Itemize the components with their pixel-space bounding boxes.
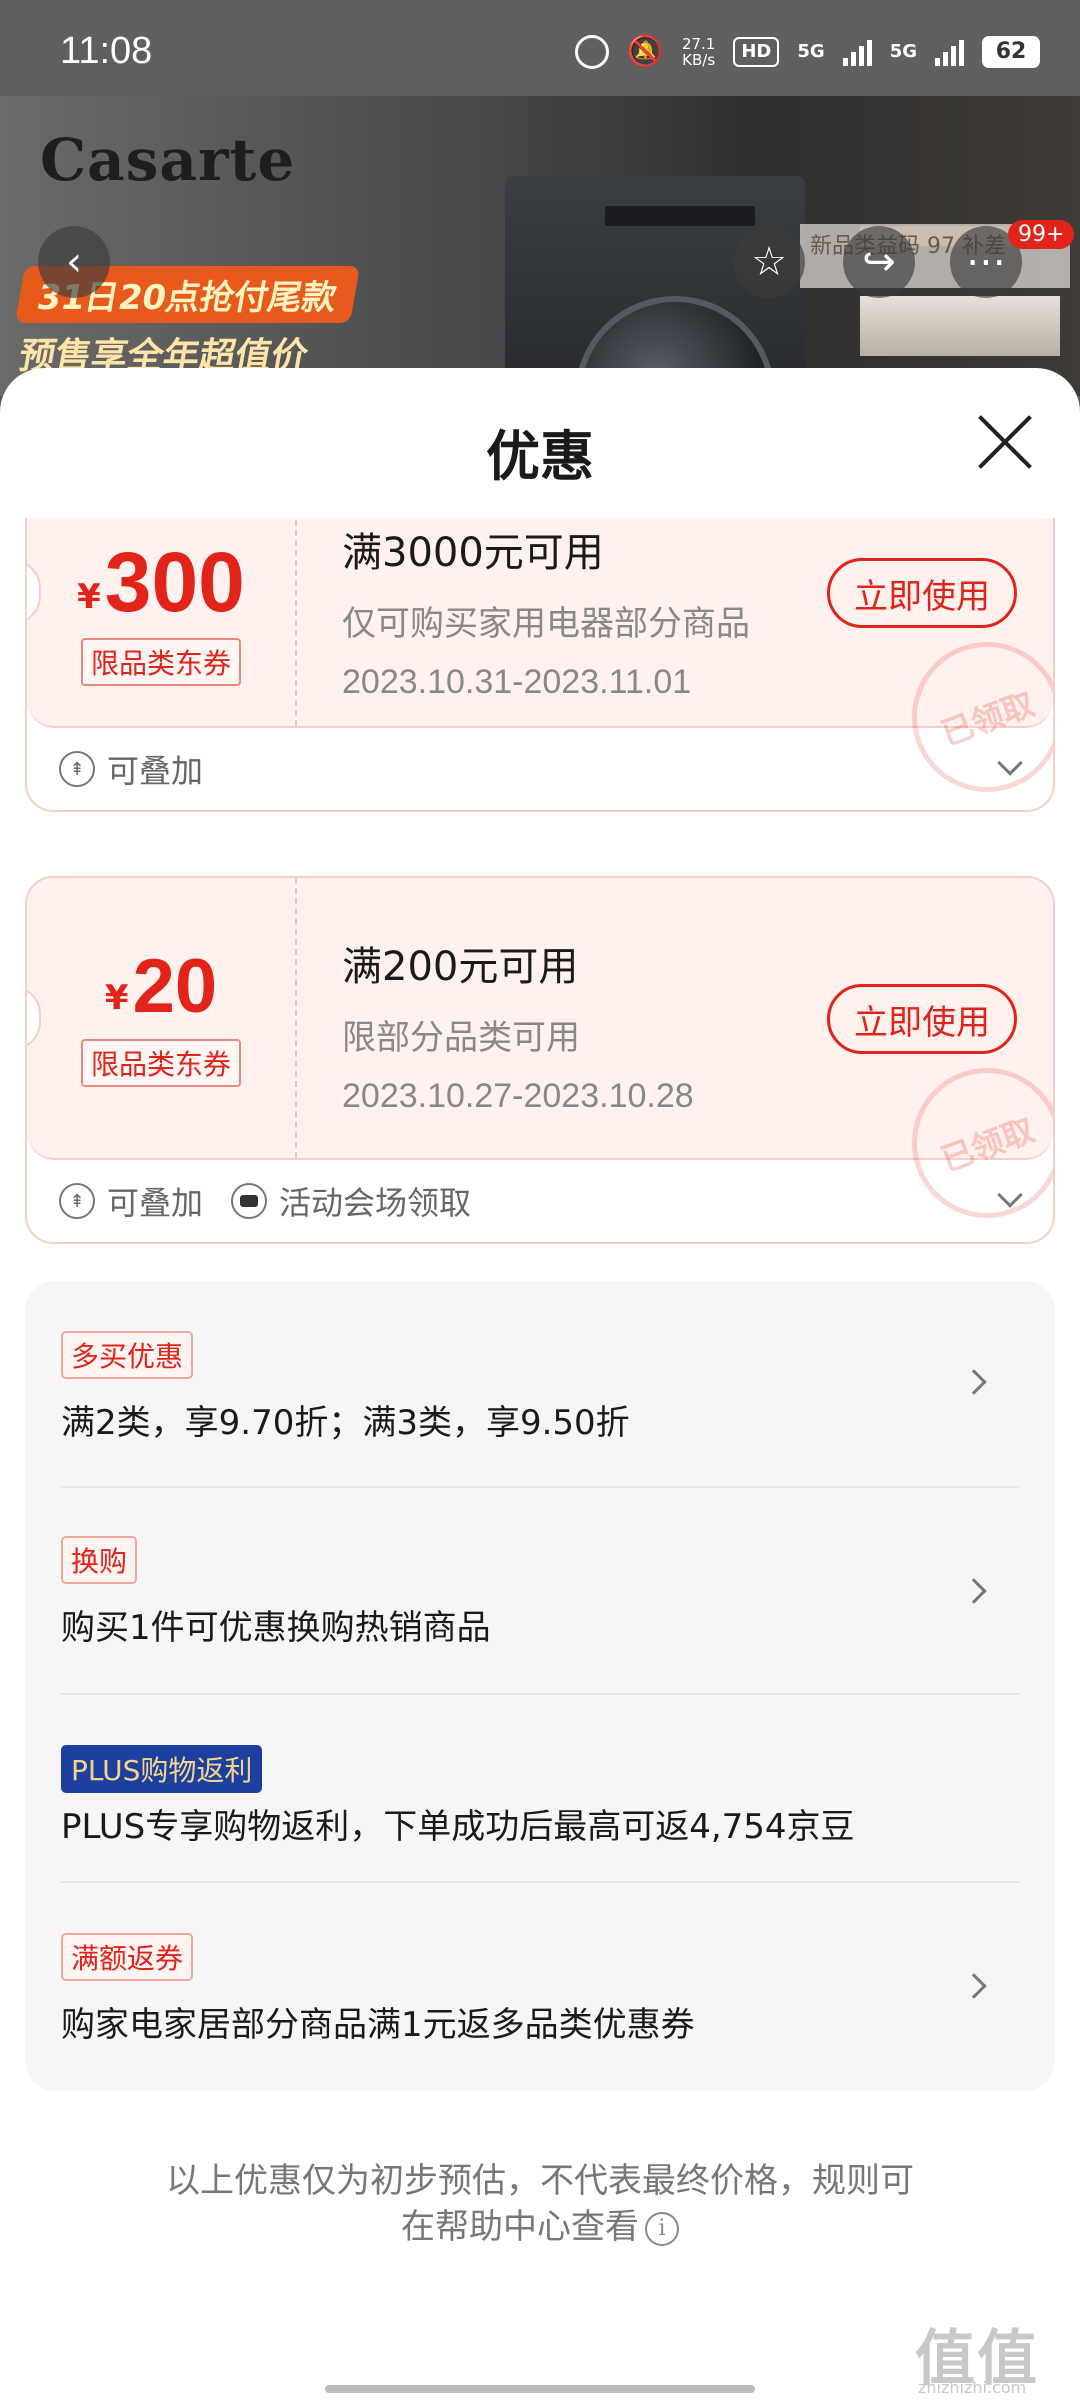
offer-item[interactable]: 满额返券 购家电家居部分商品满1元返多品类优惠券 (61, 1883, 1019, 2089)
sheet-title: 优惠 (486, 425, 594, 488)
currency-symbol: ¥ (77, 577, 101, 617)
offer-tag: 满额返券 (61, 1933, 194, 1981)
star-icon: ☆ (751, 239, 787, 285)
offer-text: PLUS专享购物返利，下单成功后最高可返4,754京豆 (61, 1807, 855, 1847)
product-hero: Casarte 31日20点抢付尾款 预售享全年超值价 新品类益码 97 补差 … (0, 96, 1080, 396)
tag-label: 活动会场领取 (279, 1184, 472, 1222)
coupon-scope: 限部分品类可用 (342, 1018, 580, 1058)
more-icon: ⋯ (966, 239, 1006, 285)
coupon-date-range: 2023.10.27-2023.10.28 (342, 1077, 694, 1115)
coupon-condition: 满200元可用 (342, 944, 579, 990)
coupon-body: ¥ 300 限品类东券 满3000元可用 仅可购买家用电器部分商品 2023.1… (27, 518, 1053, 810)
stackable-tag: ⇞ 可叠加 (59, 746, 203, 792)
coupon-type-badge: 限品类东券 (80, 638, 241, 686)
coupon-info: 满3000元可用 仅可购买家用电器部分商品 2023.10.31-2023.11… (342, 520, 750, 702)
coupon-condition: 满3000元可用 (342, 530, 604, 576)
coupon-footer[interactable]: ⇞ 可叠加 (27, 728, 1053, 810)
hd-icon: HD (733, 36, 780, 67)
ticket-icon (231, 1183, 268, 1219)
chevron-down-icon[interactable] (997, 1182, 1023, 1208)
info-icon[interactable]: i (645, 2211, 679, 2246)
offer-text: 购买1件可优惠换购热销商品 (61, 1608, 491, 1648)
offers-scroll[interactable]: ¥ 300 限品类东券 满3000元可用 仅可购买家用电器部分商品 2023.1… (0, 518, 1080, 2400)
net-speed-value: 27.1 (681, 34, 716, 53)
sim2-label: 5G (889, 41, 917, 62)
coupon-body: ¥ 20 限品类东券 满200元可用 限部分品类可用 2023.10.27-20… (27, 878, 1053, 1240)
battery-icon: 62 (982, 35, 1040, 68)
use-coupon-button[interactable]: 立即使用 (827, 558, 1017, 628)
signal-icon (842, 38, 872, 66)
coupon-card: ¥ 20 限品类东券 满200元可用 限部分品类可用 2023.10.27-20… (25, 876, 1055, 1244)
close-button[interactable] (975, 412, 1035, 472)
disclaimer-line2-row: 在帮助中心查看 i (0, 2204, 1080, 2250)
coupon-scope: 仅可购买家用电器部分商品 (342, 604, 750, 644)
offers-sheet: 优惠 ¥ 300 限品类东券 满3000元可用 仅可购买家用电器部分商品 202… (0, 368, 1080, 2400)
use-coupon-button[interactable]: 立即使用 (827, 984, 1017, 1054)
disclaimer-line2: 在帮助中心查看 (401, 2207, 639, 2247)
offers-list: 多买优惠 满2类，享9.70折；满3类，享9.50折 换购 购买1件可优惠换购热… (25, 1281, 1055, 2091)
sim1-label: 5G (797, 41, 825, 62)
coupon-value: ¥ 20 限品类东券 (27, 878, 297, 1158)
disclaimer: 以上优惠仅为初步预估，不代表最终价格，规则可 在帮助中心查看 i (0, 2158, 1080, 2250)
tag-label: 可叠加 (107, 752, 204, 790)
plus-offer-tag: PLUS购物返利 (61, 1745, 263, 1793)
offer-text: 购家电家居部分商品满1元返多品类优惠券 (61, 2005, 695, 2045)
currency-symbol: ¥ (104, 978, 129, 1018)
share-button[interactable]: ↪ (843, 226, 915, 298)
offer-item: PLUS购物返利 PLUS专享购物返利，下单成功后最高可返4,754京豆 (61, 1695, 1019, 1883)
net-speed-unit: KB/s (682, 50, 716, 69)
towel-image (860, 296, 1060, 356)
coupon-date-range: 2023.10.31-2023.11.01 (342, 663, 692, 701)
offer-item[interactable]: 换购 购买1件可优惠换购热销商品 (61, 1488, 1019, 1695)
signal-icon (935, 38, 964, 66)
coupon-amount: 300 (104, 535, 245, 629)
mute-bell-icon: 🔕 (626, 34, 664, 69)
status-time: 11:08 (60, 30, 153, 72)
stack-icon: ⇞ (59, 1183, 95, 1219)
coupon-type-badge: 限品类东券 (80, 1039, 241, 1087)
offer-tag: 多买优惠 (61, 1331, 194, 1379)
watermark-url: zhizhizhi.com (918, 2378, 1027, 2397)
chevron-left-icon: ‹ (66, 239, 82, 285)
home-indicator[interactable] (325, 2385, 755, 2393)
favorite-button[interactable]: ☆ (733, 226, 805, 298)
alarm-icon (574, 34, 609, 69)
disclaimer-line1: 以上优惠仅为初步预估，不代表最终价格，规则可 (166, 2161, 914, 2201)
offer-text: 满2类，享9.70折；满3类，享9.50折 (61, 1403, 630, 1443)
coupon-amount: 20 (132, 944, 218, 1029)
share-icon: ↪ (862, 239, 896, 285)
stack-icon: ⇞ (59, 751, 95, 787)
offer-tag: 换购 (61, 1536, 138, 1584)
tag-label: 可叠加 (107, 1184, 204, 1222)
status-icons: 🔕 27.1 KB/s HD 5G 5G 62 (574, 34, 1040, 69)
venue-tag: 活动会场领取 (231, 1178, 471, 1224)
chevron-right-icon (961, 1369, 987, 1395)
coupon-info: 满200元可用 限部分品类可用 2023.10.27-2023.10.28 (342, 934, 694, 1116)
coupon-value: ¥ 300 限品类东券 (27, 518, 297, 726)
brand-logo: Casarte (40, 126, 296, 194)
message-badge: 99+ (1008, 220, 1075, 249)
coupon-footer[interactable]: ⇞ 可叠加 活动会场领取 (27, 1160, 1053, 1242)
back-button[interactable]: ‹ (38, 226, 110, 298)
offer-item[interactable]: 多买优惠 满2类，享9.70折；满3类，享9.50折 (61, 1281, 1019, 1488)
coupon-card: ¥ 300 限品类东券 满3000元可用 仅可购买家用电器部分商品 2023.1… (25, 518, 1055, 812)
stackable-tag: ⇞ 可叠加 (59, 1178, 203, 1224)
chevron-right-icon (961, 1973, 987, 1999)
chevron-down-icon[interactable] (997, 750, 1023, 776)
status-bar: 11:08 🔕 27.1 KB/s HD 5G 5G 62 (0, 0, 1080, 96)
net-speed: 27.1 KB/s (682, 36, 715, 68)
